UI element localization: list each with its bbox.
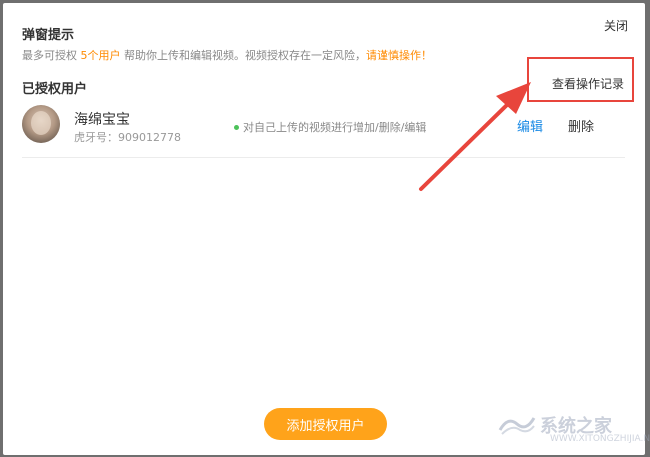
watermark-url: WWW.XITONGZHIJIA.NET (550, 434, 650, 444)
dialog-title: 弹窗提示 (22, 28, 75, 43)
view-operation-log-link[interactable]: 查看操作记录 (552, 75, 624, 92)
notice-warning: 请谨慎操作！ (366, 49, 432, 62)
edit-button[interactable]: 编辑 (517, 116, 543, 135)
permission-text: 对自己上传的视频进行增加/删除/编辑 (243, 121, 427, 134)
user-id: 虎牙号：909012778 (74, 131, 181, 144)
notice-middle: 帮助你上传和编辑视频。视频授权存在一定风险， (124, 49, 366, 62)
close-button[interactable]: 关闭 (604, 17, 628, 34)
permission-description: 对自己上传的视频进行增加/删除/编辑 (234, 119, 426, 135)
section-title-authorized-users: 已授权用户 (22, 82, 88, 97)
delete-button[interactable]: 删除 (568, 116, 594, 135)
watermark-logo-icon (498, 417, 536, 435)
notice-text: 最多可授权 5个用户 帮助你上传和编辑视频。视频授权存在一定风险，请谨慎操作！ (22, 47, 432, 63)
notice-prefix: 最多可授权 (22, 49, 77, 62)
status-dot-icon (234, 124, 239, 130)
watermark: 系统之家 WWW.XITONGZHIJIA.NET (498, 412, 650, 452)
add-authorized-user-button[interactable]: 添加授权用户 (264, 408, 387, 440)
notice-user-limit: 5个用户 (80, 49, 121, 62)
user-name: 海绵宝宝 (74, 112, 130, 128)
avatar (22, 105, 60, 143)
list-item: 海绵宝宝 虎牙号：909012778 对自己上传的视频进行增加/删除/编辑 编辑… (22, 101, 625, 158)
